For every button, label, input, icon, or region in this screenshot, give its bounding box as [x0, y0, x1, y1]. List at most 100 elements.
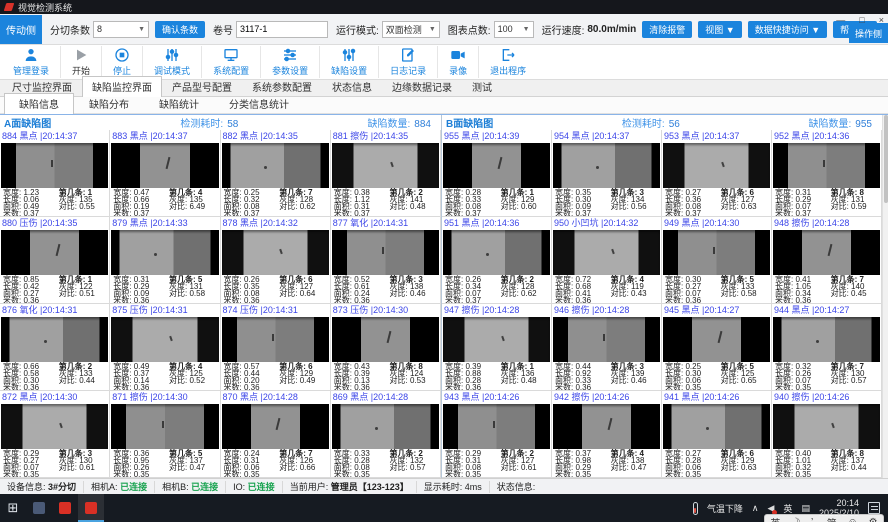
defect-cell[interactable]: 946 擦伤 |20:14:28宽度: 0.44长度: 0.92面积: 0.33… [552, 304, 662, 391]
defect-info-left: 宽度: 0.36长度: 0.95面积: 0.26米数: 0.35 [113, 450, 169, 478]
defect-info-right: 第几条: 4灰度: 125对比: 0.52 [169, 363, 216, 391]
defect-cell[interactable]: 880 压伤 |20:14:35宽度: 0.85长度: 0.42面积: 0.27… [0, 217, 110, 304]
weather-text[interactable]: 气温下降 [707, 502, 743, 515]
app-logo-icon [4, 3, 15, 11]
action-button[interactable]: 退出程序 [478, 46, 537, 78]
defect-meter: 米数: 0.37 [775, 210, 831, 217]
defect-cell[interactable]: 875 压伤 |20:14:31宽度: 0.49长度: 0.37面积: 0.14… [110, 304, 220, 391]
defect-cell[interactable]: 882 黑点 |20:14:35宽度: 0.25长度: 0.32面积: 0.08… [221, 130, 331, 217]
action-button[interactable]: 调试模式 [142, 46, 201, 78]
sub-tab-3[interactable]: 分类信息统计 [214, 93, 304, 113]
operator-side-button[interactable]: 操作侧 [849, 23, 888, 43]
action-button[interactable]: 管理登录 [2, 46, 60, 78]
action-center-icon[interactable] [868, 502, 880, 514]
drive-side-button[interactable]: 传动侧 [0, 15, 42, 44]
action-button[interactable]: 日志记录 [378, 46, 437, 78]
action-button-disabled[interactable]: 开始 [60, 46, 101, 78]
defect-cell[interactable]: 949 黑点 |20:14:30宽度: 0.30长度: 0.27面积: 0.07… [662, 217, 772, 304]
defect-cell[interactable]: 941 黑点 |20:14:26宽度: 0.27长度: 0.28面积: 0.06… [662, 391, 772, 478]
ime-toolbar[interactable]: 英 ☽ ’, 简 ☺ ⚙ [764, 514, 884, 522]
defect-cell[interactable]: 871 擦伤 |20:14:30宽度: 0.36长度: 0.95面积: 0.26… [110, 391, 220, 478]
defect-cell[interactable]: 879 黑点 |20:14:33宽度: 0.31长度: 0.29面积: 0.09… [110, 217, 220, 304]
defect-cell[interactable]: 953 黑点 |20:14:37宽度: 0.27长度: 0.36面积: 0.08… [662, 130, 772, 217]
defect-cell[interactable]: 948 擦伤 |20:14:28宽度: 0.41长度: 1.05面积: 0.34… [772, 217, 882, 304]
defect-cell[interactable]: 951 黑点 |20:14:36宽度: 0.26长度: 0.34面积: 0.07… [442, 217, 552, 304]
defect-cell[interactable]: 945 黑点 |20:14:27宽度: 0.25长度: 0.30面积: 0.06… [662, 304, 772, 391]
defect-cell[interactable]: 869 黑点 |20:14:28宽度: 0.33长度: 0.28面积: 0.08… [331, 391, 441, 478]
start-button[interactable]: ⊞ [0, 494, 26, 522]
defect-cell[interactable]: 877 氧化 |20:14:31宽度: 0.52长度: 0.61面积: 0.24… [331, 217, 441, 304]
scrollbar-thumb[interactable] [884, 115, 888, 203]
ime-simplified[interactable]: 简 [827, 515, 837, 522]
defect-cell[interactable]: 884 黑点 |20:14:37宽度: 1.23长度: 0.06面积: 0.49… [0, 130, 110, 217]
action-button[interactable]: 停止 [101, 46, 142, 78]
view-menu-button[interactable]: 视图 ▼ [698, 21, 741, 38]
ime-moon-icon[interactable]: ☽ [791, 517, 800, 522]
defect-cell[interactable]: 944 黑点 |20:14:27宽度: 0.32长度: 0.26面积: 0.07… [772, 304, 882, 391]
defect-info-left: 宽度: 0.37长度: 0.98面积: 0.29米数: 0.35 [555, 450, 611, 478]
defect-cell[interactable]: 947 擦伤 |20:14:28宽度: 0.39长度: 0.88面积: 0.28… [442, 304, 552, 391]
action-button[interactable]: 缺陷设置 [319, 46, 378, 78]
action-button[interactable]: 系统配置 [201, 46, 260, 78]
action-button[interactable]: 参数设置 [260, 46, 319, 78]
defect-contrast: 对比: 0.58 [721, 290, 768, 297]
data-quick-access-button[interactable]: 数据快捷访问 ▼ [748, 21, 827, 38]
display-time: 显示耗时: 4ms [417, 481, 490, 493]
taskbar-app-1[interactable] [26, 494, 52, 522]
defect-cell-title: 881 擦伤 |20:14:35 [331, 130, 440, 143]
ime-punctuation[interactable]: ’, [811, 517, 816, 522]
defect-image [773, 143, 880, 188]
action-button[interactable]: 录像 [437, 46, 478, 78]
sub-tab-2[interactable]: 缺陷统计 [144, 93, 214, 113]
defect-cell[interactable]: 873 压伤 |20:14:30宽度: 0.43长度: 0.39面积: 0.13… [331, 304, 441, 391]
defect-meter: 米数: 0.35 [113, 471, 169, 478]
defect-cell-info: 宽度: 0.38长度: 1.12面积: 0.31米数: 0.37第几条: 2灰度… [331, 188, 440, 216]
play-icon [72, 47, 90, 63]
defect-cell-title: 952 黑点 |20:14:36 [772, 130, 881, 143]
defect-cell[interactable]: 876 氧化 |20:14:31宽度: 0.66长度: 0.58面积: 0.30… [0, 304, 110, 391]
minimize-button[interactable]: — [836, 15, 845, 25]
defect-cell[interactable]: 950 小凹坑 |20:14:32宽度: 0.72长度: 0.68面积: 0.4… [552, 217, 662, 304]
defect-cell[interactable]: 940 擦伤 |20:14:26宽度: 0.40长度: 1.01面积: 0.32… [772, 391, 882, 478]
sub-tab-0[interactable]: 缺陷信息 [4, 93, 74, 114]
defect-info-left: 宽度: 0.52长度: 0.61面积: 0.24米数: 0.36 [334, 276, 390, 304]
main-tab-6[interactable]: 测试 [462, 76, 502, 96]
taskbar-app-2[interactable] [52, 494, 78, 522]
ime-emoji-icon[interactable]: ☺ [848, 517, 858, 522]
defect-cell[interactable]: 943 黑点 |20:14:26宽度: 0.29长度: 0.31面积: 0.08… [442, 391, 552, 478]
defect-cell[interactable]: 883 黑点 |20:14:37宽度: 0.47长度: 0.66面积: 0.19… [110, 130, 220, 217]
vertical-scrollbar[interactable] [882, 115, 888, 478]
clear-alarm-button[interactable]: 清除报警 [642, 21, 692, 38]
roll-number-input[interactable] [236, 21, 328, 38]
defect-cell-info: 宽度: 0.29长度: 0.27面积: 0.07米数: 0.35第几条: 3灰度… [0, 449, 109, 477]
ime-settings-gear-icon[interactable]: ⚙ [869, 517, 878, 522]
language-indicator[interactable]: 英 [783, 502, 792, 515]
confirm-count-button[interactable]: 确认条数 [155, 21, 205, 38]
roll-label: 卷号 [213, 22, 233, 37]
defect-cell[interactable]: 954 黑点 |20:14:37宽度: 0.35长度: 0.30面积: 0.09… [552, 130, 662, 217]
defect-cell[interactable]: 955 黑点 |20:14:39宽度: 0.28长度: 0.33面积: 0.08… [442, 130, 552, 217]
main-tab-5[interactable]: 边缘数据记录 [382, 76, 462, 96]
defect-cell[interactable]: 870 黑点 |20:14:28宽度: 0.24长度: 0.31面积: 0.06… [221, 391, 331, 478]
run-mode-select[interactable]: 双面检测 ▼ [382, 21, 440, 38]
defect-cell[interactable]: 878 黑点 |20:14:32宽度: 0.26长度: 0.35面积: 0.08… [221, 217, 331, 304]
tray-expand-icon[interactable]: ∧ [752, 503, 759, 514]
defect-cell-title: 942 擦伤 |20:14:26 [552, 391, 661, 404]
sub-tab-1[interactable]: 缺陷分布 [74, 93, 144, 113]
chart-points-select[interactable]: 100 ▼ [494, 21, 534, 38]
ime-lang-en[interactable]: 英 [770, 515, 780, 522]
keyboard-icon[interactable]: ▤ [801, 503, 810, 514]
defect-cell[interactable]: 952 黑点 |20:14:36宽度: 0.31长度: 0.29面积: 0.07… [772, 130, 882, 217]
defect-image [663, 317, 770, 362]
taskbar-app-inspection-active[interactable] [78, 494, 104, 522]
defect-meter: 米数: 0.37 [445, 210, 501, 217]
defect-cell[interactable]: 942 擦伤 |20:14:26 宽度: 0.37长度: 0.98面积: 0.29… [552, 391, 662, 478]
slit-count-select[interactable]: 8 ▼ [93, 21, 149, 38]
defect-cell[interactable]: 874 压伤 |20:14:31宽度: 0.57长度: 0.44面积: 0.20… [221, 304, 331, 391]
defect-cell[interactable]: 881 擦伤 |20:14:35 宽度: 0.38长度: 1.12面积: 0.31… [331, 130, 441, 217]
defect-cell[interactable]: 872 黑点 |20:14:30宽度: 0.29长度: 0.27面积: 0.07… [0, 391, 110, 478]
main-tab-4[interactable]: 状态信息 [322, 76, 382, 96]
defect-cell-title: 953 黑点 |20:14:37 [662, 130, 771, 143]
speaker-icon[interactable]: ◀ [768, 503, 775, 514]
defect-image [553, 143, 660, 188]
